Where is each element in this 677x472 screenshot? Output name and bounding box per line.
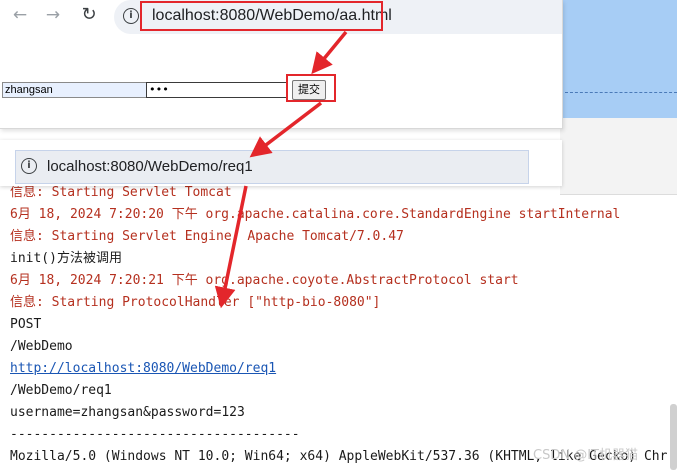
password-input[interactable]: ••• <box>146 82 288 98</box>
console-output: 信息: Starting Servlet Tomcat 6月 18, 2024 7… <box>10 182 677 468</box>
log-line: /WebDemo <box>10 339 73 354</box>
ide-dashed-divider <box>565 92 677 93</box>
log-line: username=zhangsan&password=123 <box>10 405 245 420</box>
browser-window-result: i localhost:8080/WebDemo/req1 <box>0 140 562 186</box>
log-line: init()方法被调用 <box>10 251 122 266</box>
console-scrollbar[interactable] <box>670 404 677 470</box>
log-line: ------------------------------------- <box>10 427 300 442</box>
ide-background-panel <box>560 0 677 118</box>
arrow-back-icon[interactable]: ← <box>9 4 31 26</box>
info-icon[interactable]: i <box>123 8 139 24</box>
arrow-forward-icon[interactable]: → <box>42 4 64 26</box>
info-icon[interactable]: i <box>21 158 37 174</box>
watermark: CSDN @IT机器猫 <box>533 448 638 463</box>
log-line: 6月 18, 2024 7:20:21 下午 org.apache.coyote… <box>10 273 519 288</box>
username-input[interactable]: zhangsan <box>2 82 148 98</box>
log-line: POST <box>10 317 42 332</box>
screenshot-stage: ← → ↻ i localhost:8080/WebDemo/aa.html z… <box>0 0 677 472</box>
annotation-box-url <box>140 1 383 31</box>
log-link-line[interactable]: http://localhost:8080/WebDemo/req1 <box>10 358 677 380</box>
log-line: 信息: Starting Servlet Engine: Apache Tomc… <box>10 229 404 244</box>
browser-window-form: ← → ↻ i localhost:8080/WebDemo/aa.html z… <box>0 0 563 129</box>
log-line: 信息: Starting ProtocolHandler ["http-bio-… <box>10 295 381 310</box>
address-bar-result[interactable]: i localhost:8080/WebDemo/req1 <box>15 150 529 184</box>
log-line: 6月 18, 2024 7:20:20 下午 org.apache.catali… <box>10 207 621 222</box>
address-bar-url-result[interactable]: localhost:8080/WebDemo/req1 <box>47 158 253 175</box>
annotation-box-submit <box>286 74 336 102</box>
log-line: /WebDemo/req1 <box>10 383 112 398</box>
reload-icon[interactable]: ↻ <box>78 4 100 26</box>
